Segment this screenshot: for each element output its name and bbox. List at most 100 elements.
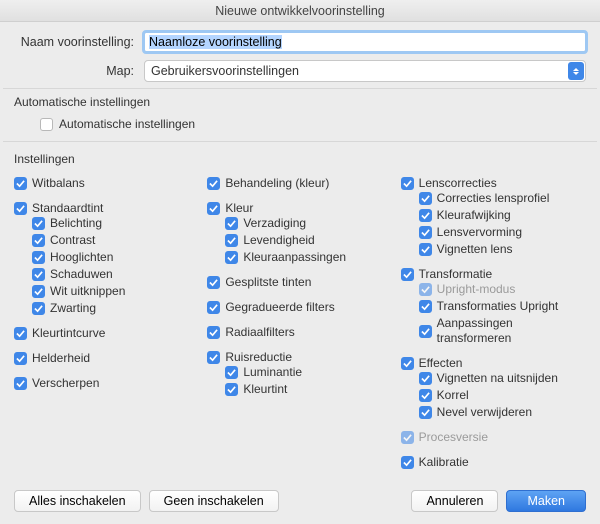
- setting-label: Schaduwen: [50, 267, 113, 282]
- checkbox[interactable]: [207, 276, 220, 289]
- check-none-button[interactable]: Geen inschakelen: [149, 490, 279, 512]
- checkbox[interactable]: [225, 366, 238, 379]
- setting-item[interactable]: Schaduwen: [32, 267, 199, 282]
- checkbox[interactable]: [32, 285, 45, 298]
- setting-group[interactable]: Effecten: [401, 356, 586, 371]
- setting-item[interactable]: Vignetten lens: [419, 242, 586, 257]
- create-button[interactable]: Maken: [506, 490, 586, 512]
- setting-item[interactable]: Kleurafwijking: [419, 208, 586, 223]
- checkbox[interactable]: [14, 377, 27, 390]
- auto-settings-checkbox[interactable]: [40, 118, 53, 131]
- setting-label: Standaardtint: [32, 201, 103, 216]
- setting-group[interactable]: Gesplitste tinten: [207, 275, 392, 290]
- checkbox[interactable]: [419, 209, 432, 222]
- checkbox[interactable]: [419, 192, 432, 205]
- checkbox[interactable]: [225, 251, 238, 264]
- preset-folder-label: Map:: [14, 64, 144, 78]
- checkbox[interactable]: [32, 302, 45, 315]
- setting-item[interactable]: Nevel verwijderen: [419, 405, 586, 420]
- setting-group[interactable]: Helderheid: [14, 351, 199, 366]
- setting-item[interactable]: Aanpassingen transformeren: [419, 316, 586, 346]
- setting-group[interactable]: Kleur: [207, 201, 392, 216]
- setting-label: Contrast: [50, 233, 95, 248]
- checkbox[interactable]: [207, 177, 220, 190]
- checkbox[interactable]: [32, 251, 45, 264]
- checkbox[interactable]: [14, 202, 27, 215]
- setting-label: Transformaties Upright: [437, 299, 559, 314]
- checkbox[interactable]: [207, 326, 220, 339]
- setting-item[interactable]: Kleurtint: [225, 382, 392, 397]
- setting-label: Belichting: [50, 216, 102, 231]
- setting-item[interactable]: Correcties lensprofiel: [419, 191, 586, 206]
- setting-item[interactable]: Wit uitknippen: [32, 284, 199, 299]
- setting-group[interactable]: Gegradueerde filters: [207, 300, 392, 315]
- checkbox[interactable]: [14, 177, 27, 190]
- cancel-button[interactable]: Annuleren: [411, 490, 498, 512]
- setting-group[interactable]: Ruisreductie: [207, 350, 392, 365]
- checkbox[interactable]: [419, 325, 432, 338]
- setting-label: Helderheid: [32, 351, 90, 366]
- checkbox[interactable]: [419, 372, 432, 385]
- setting-item[interactable]: Zwarting: [32, 301, 199, 316]
- checkbox[interactable]: [32, 234, 45, 247]
- setting-label: Lenscorrecties: [419, 176, 497, 191]
- setting-group[interactable]: Behandeling (kleur): [207, 176, 392, 191]
- setting-group[interactable]: Kalibratie: [401, 455, 586, 470]
- checkbox: [401, 431, 414, 444]
- setting-group[interactable]: Witbalans: [14, 176, 199, 191]
- checkbox[interactable]: [419, 243, 432, 256]
- checkbox[interactable]: [14, 352, 27, 365]
- setting-item[interactable]: Lensvervorming: [419, 225, 586, 240]
- setting-item[interactable]: Korrel: [419, 388, 586, 403]
- setting-label: Transformatie: [419, 267, 493, 282]
- checkbox[interactable]: [419, 226, 432, 239]
- checkbox[interactable]: [32, 217, 45, 230]
- preset-name-input[interactable]: [144, 32, 586, 52]
- setting-label: Lensvervorming: [437, 225, 522, 240]
- setting-item[interactable]: Contrast: [32, 233, 199, 248]
- preset-folder-select[interactable]: Gebruikersvoorinstellingen: [144, 60, 586, 82]
- setting-label: Procesversie: [419, 430, 488, 445]
- checkbox[interactable]: [401, 357, 414, 370]
- checkbox[interactable]: [32, 268, 45, 281]
- checkbox[interactable]: [225, 217, 238, 230]
- checkbox[interactable]: [401, 268, 414, 281]
- checkbox[interactable]: [225, 383, 238, 396]
- setting-group[interactable]: Radiaalfilters: [207, 325, 392, 340]
- setting-group[interactable]: Procesversie: [401, 430, 586, 445]
- checkbox[interactable]: [401, 456, 414, 469]
- setting-label: Vignetten na uitsnijden: [437, 371, 558, 386]
- setting-item[interactable]: Belichting: [32, 216, 199, 231]
- setting-group[interactable]: Verscherpen: [14, 376, 199, 391]
- checkbox[interactable]: [419, 300, 432, 313]
- checkbox[interactable]: [14, 327, 27, 340]
- setting-label: Zwarting: [50, 301, 96, 316]
- setting-label: Behandeling (kleur): [225, 176, 329, 191]
- setting-item[interactable]: Transformaties Upright: [419, 299, 586, 314]
- setting-item[interactable]: Luminantie: [225, 365, 392, 380]
- setting-group[interactable]: Kleurtintcurve: [14, 326, 199, 341]
- checkbox[interactable]: [401, 177, 414, 190]
- chevron-updown-icon[interactable]: [568, 62, 584, 80]
- checkbox[interactable]: [207, 351, 220, 364]
- setting-group[interactable]: Standaardtint: [14, 201, 199, 216]
- settings-heading: Instellingen: [14, 146, 586, 170]
- check-all-button[interactable]: Alles inschakelen: [14, 490, 141, 512]
- setting-item[interactable]: Vignetten na uitsnijden: [419, 371, 586, 386]
- setting-item[interactable]: Levendigheid: [225, 233, 392, 248]
- setting-label: Correcties lensprofiel: [437, 191, 550, 206]
- checkbox[interactable]: [419, 389, 432, 402]
- checkbox[interactable]: [419, 406, 432, 419]
- setting-group[interactable]: Transformatie: [401, 267, 586, 282]
- window-title: Nieuwe ontwikkelvoorinstelling: [0, 0, 600, 22]
- checkbox: [419, 283, 432, 296]
- checkbox[interactable]: [207, 202, 220, 215]
- setting-item[interactable]: Kleuraanpassingen: [225, 250, 392, 265]
- setting-item[interactable]: Hooglichten: [32, 250, 199, 265]
- setting-item[interactable]: Verzadiging: [225, 216, 392, 231]
- checkbox[interactable]: [207, 301, 220, 314]
- setting-group[interactable]: Lenscorrecties: [401, 176, 586, 191]
- setting-item[interactable]: Upright-modus: [419, 282, 586, 297]
- setting-label: Radiaalfilters: [225, 325, 294, 340]
- checkbox[interactable]: [225, 234, 238, 247]
